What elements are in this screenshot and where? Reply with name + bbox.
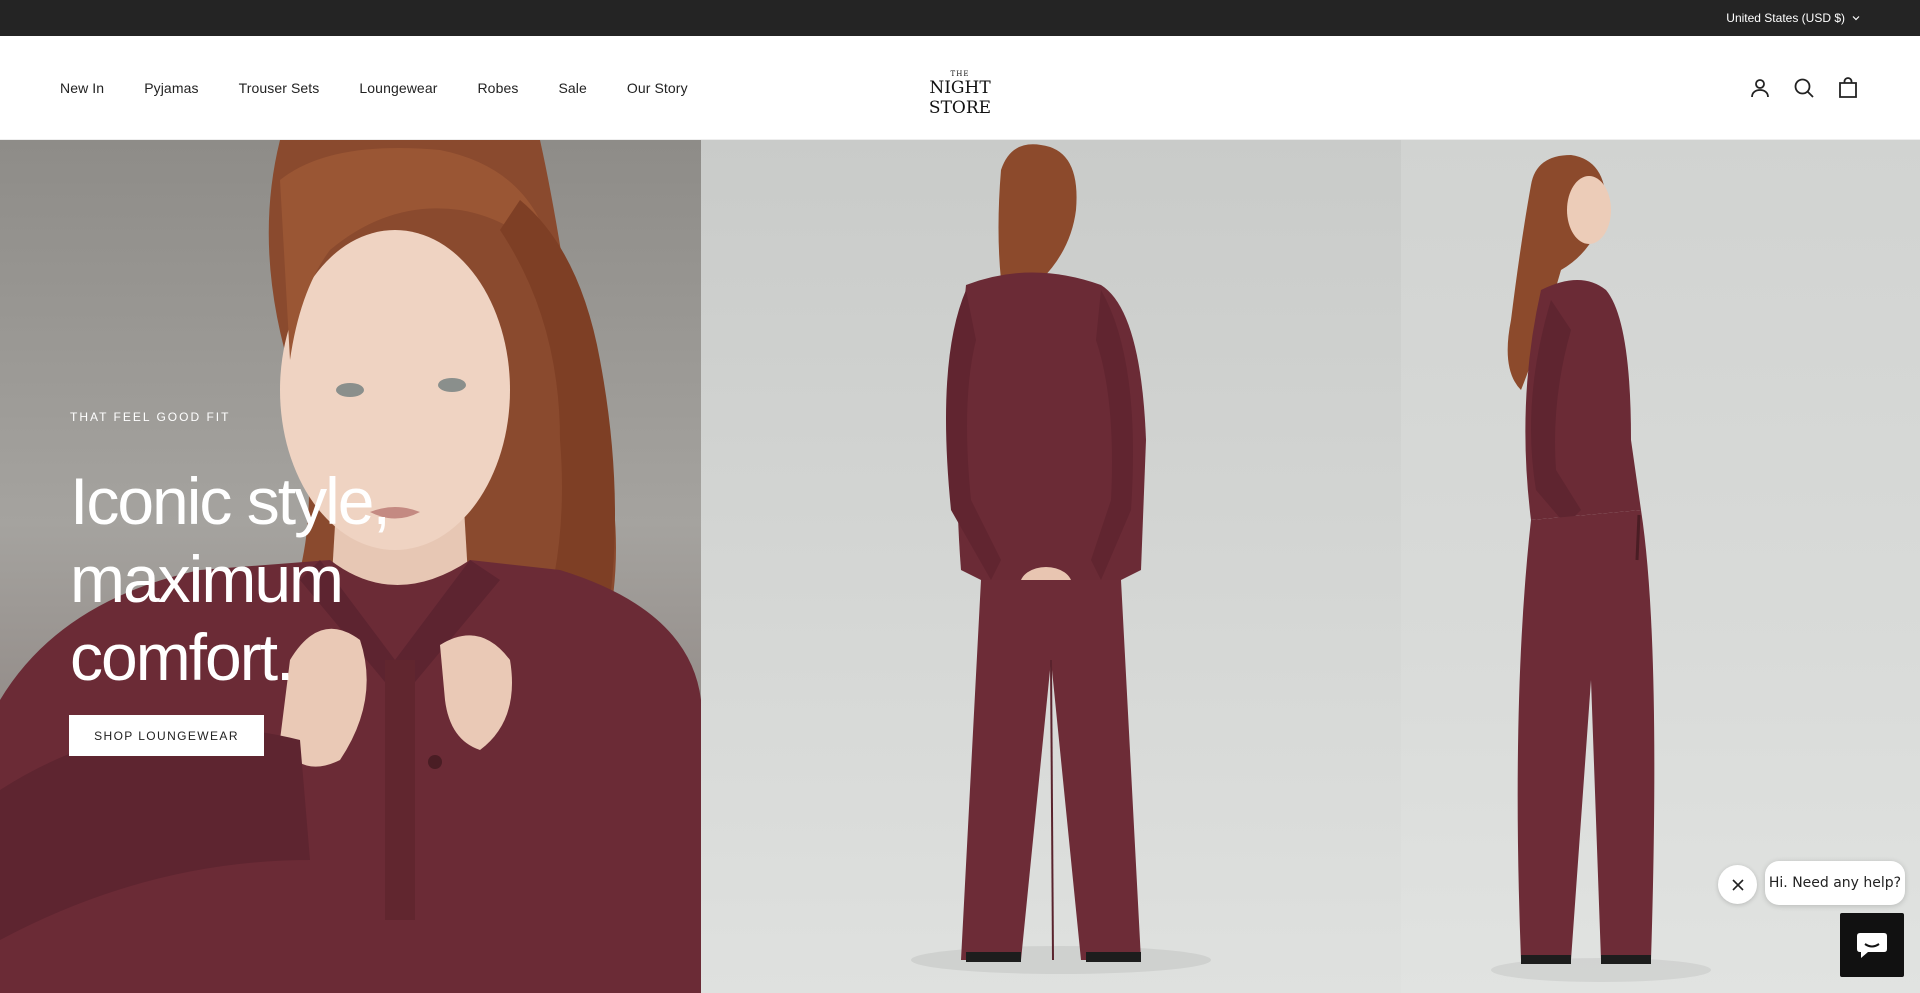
chat-greeting-bubble[interactable]: Hi. Need any help? xyxy=(1765,861,1905,905)
nav-item-new-in[interactable]: New In xyxy=(60,80,104,96)
hero-text-block: THAT FEEL GOOD FIT Iconic style, maximum… xyxy=(70,410,530,696)
logo-name: NIGHT STORE xyxy=(928,78,992,118)
header-icons xyxy=(1748,36,1860,140)
hero-eyebrow: THAT FEEL GOOD FIT xyxy=(70,410,231,424)
currency-label: United States (USD $) xyxy=(1726,11,1845,25)
site-logo[interactable]: THE NIGHT STORE xyxy=(902,70,1018,118)
shop-loungewear-button[interactable]: SHOP LOUNGEWEAR xyxy=(69,715,264,756)
nav-item-loungewear[interactable]: Loungewear xyxy=(359,80,437,96)
hero-headline: Iconic style, maximum comfort. xyxy=(70,464,391,694)
chat-close-button[interactable] xyxy=(1718,865,1757,904)
hero-image-back-view xyxy=(701,140,1401,993)
announcement-bar: United States (USD $) xyxy=(0,0,1920,36)
chat-icon xyxy=(1857,933,1887,958)
nav-item-pyjamas[interactable]: Pyjamas xyxy=(144,80,198,96)
close-icon xyxy=(1731,878,1744,891)
nav-item-robes[interactable]: Robes xyxy=(477,80,518,96)
logo-prefix: THE xyxy=(950,70,970,78)
hero-banner: THAT FEEL GOOD FIT Iconic style, maximum… xyxy=(0,140,1920,993)
currency-selector[interactable]: United States (USD $) xyxy=(1726,0,1861,36)
nav-item-trouser-sets[interactable]: Trouser Sets xyxy=(239,80,320,96)
main-nav: New In Pyjamas Trouser Sets Loungewear R… xyxy=(60,36,688,140)
chevron-down-icon xyxy=(1852,16,1860,21)
nav-item-sale[interactable]: Sale xyxy=(558,80,586,96)
chat-launcher-button[interactable] xyxy=(1840,913,1904,977)
account-icon[interactable] xyxy=(1748,76,1772,100)
site-header: New In Pyjamas Trouser Sets Loungewear R… xyxy=(0,36,1920,140)
cart-icon[interactable] xyxy=(1836,76,1860,100)
search-icon[interactable] xyxy=(1792,76,1816,100)
nav-item-our-story[interactable]: Our Story xyxy=(627,80,688,96)
